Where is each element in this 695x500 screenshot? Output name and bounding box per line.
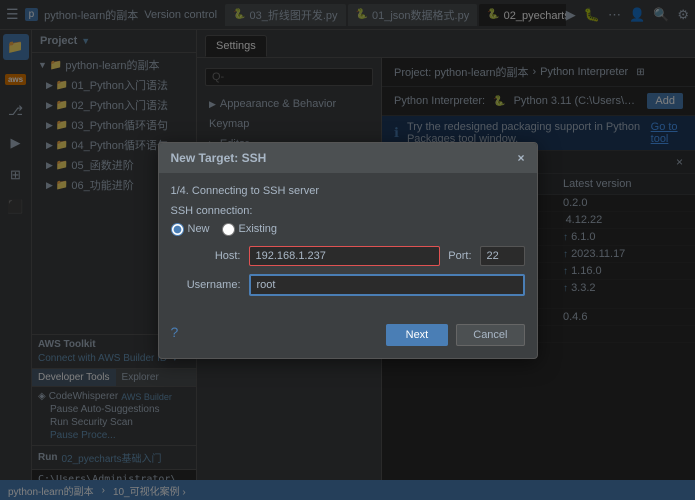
- form-row-username: Username:: [171, 274, 525, 296]
- username-input[interactable]: [249, 274, 525, 296]
- radio-group: New Existing: [171, 223, 525, 236]
- radio-new-input[interactable]: [171, 223, 184, 236]
- dialog-body: 1/4. Connecting to SSH server SSH connec…: [159, 173, 537, 316]
- host-label: Host:: [171, 250, 241, 262]
- radio-new-label: New: [188, 223, 210, 235]
- dialog-title-text: New Target: SSH: [171, 151, 267, 165]
- dialog-connection-label: SSH connection:: [171, 205, 525, 217]
- dialog-step: 1/4. Connecting to SSH server: [171, 185, 525, 197]
- host-input[interactable]: [249, 246, 441, 266]
- dialog-footer: ? Next Cancel: [159, 316, 537, 358]
- dialog-overlay: New Target: SSH × 1/4. Connecting to SSH…: [0, 0, 695, 500]
- next-button[interactable]: Next: [386, 324, 449, 346]
- dialog-title-bar: New Target: SSH ×: [159, 143, 537, 173]
- cancel-button[interactable]: Cancel: [456, 324, 524, 346]
- port-label: Port:: [448, 250, 471, 262]
- help-icon[interactable]: ?: [171, 324, 179, 346]
- radio-existing[interactable]: Existing: [222, 223, 278, 236]
- radio-existing-label: Existing: [239, 223, 278, 235]
- form-row-host: Host: Port:: [171, 246, 525, 266]
- radio-new[interactable]: New: [171, 223, 210, 236]
- ssh-dialog: New Target: SSH × 1/4. Connecting to SSH…: [158, 142, 538, 359]
- port-input[interactable]: [480, 246, 525, 266]
- username-label: Username:: [171, 279, 241, 291]
- dialog-close-button[interactable]: ×: [517, 151, 524, 165]
- radio-existing-input[interactable]: [222, 223, 235, 236]
